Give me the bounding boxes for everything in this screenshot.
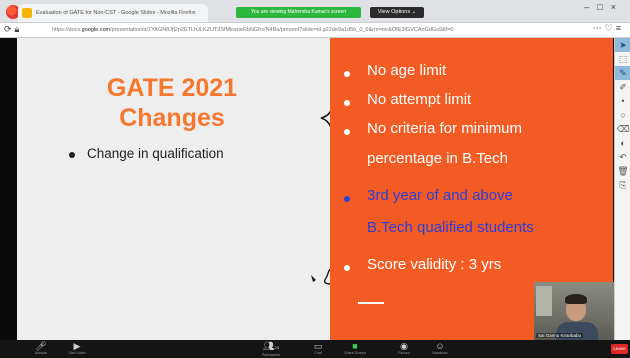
unmute-label: Unmute xyxy=(34,351,48,355)
url-domain: google.com xyxy=(81,27,111,33)
share-screen-button[interactable]: ■ Share Screen xyxy=(340,341,370,356)
highlighter-tool-icon[interactable]: ✐ xyxy=(615,80,630,94)
bullet-dot xyxy=(344,129,350,135)
address-bar-row: ⟳🔒︎ https://docs.google.com/presentation… xyxy=(0,23,630,38)
participant-count: 23 xyxy=(274,345,279,350)
chat-icon: ▭ xyxy=(313,341,323,351)
slides-favicon-icon xyxy=(22,8,32,18)
webcam-background xyxy=(536,286,552,316)
share-screen-icon: ■ xyxy=(352,341,358,351)
select-tool-icon[interactable]: ⬚ xyxy=(615,52,630,66)
slide-title: GATE 2021 Changes xyxy=(77,73,267,133)
record-label: Record xyxy=(398,351,410,355)
laser-tool-icon[interactable]: • xyxy=(615,94,630,108)
eraser-tool-icon[interactable]: ⌫ xyxy=(615,122,630,136)
start-video-label: Start Video xyxy=(68,351,86,355)
record-button[interactable]: ◉ Record xyxy=(392,341,416,356)
bookmark-icon[interactable]: ♡ xyxy=(605,23,616,33)
more-icon[interactable]: ⋯ xyxy=(593,23,605,33)
leave-meeting-button[interactable]: Leave xyxy=(611,344,628,354)
right-item-attempt-limit: No attempt limit xyxy=(367,91,472,108)
start-video-button[interactable]: ▶ Start Video xyxy=(62,341,92,356)
zoom-meeting-toolbar: 🎤︎ Unmute ▶ Start Video 👥︎23 Participant… xyxy=(0,340,630,358)
reactions-button[interactable]: ☺ Reactions xyxy=(426,341,454,356)
right-item-score-validity: Score validity : 3 yrs xyxy=(367,256,502,273)
webcam-video-tile[interactable]: Sai Gannu Kiranbabu xyxy=(534,282,614,340)
view-options-button[interactable]: View Options ⌄ xyxy=(370,7,424,18)
slide-title-line2: Changes xyxy=(119,104,225,132)
screen-share-banner: You are viewing Mahendra Kumar's screen xyxy=(236,7,361,18)
bullet-dot-blue xyxy=(344,196,350,202)
pen-tool-icon[interactable]: ✎ xyxy=(615,66,630,80)
unmute-button[interactable]: 🎤︎ Unmute xyxy=(28,341,54,356)
participants-icon: 👥︎23 xyxy=(263,341,279,351)
webcam-participant-name: Sai Gannu Kiranbabu xyxy=(536,333,584,338)
slide-title-line1: GATE 2021 xyxy=(106,74,238,102)
chat-button[interactable]: ▭ Chat xyxy=(308,341,328,356)
bullet-dot xyxy=(344,265,350,271)
participants-button[interactable]: 👥︎23 Participants xyxy=(256,341,286,358)
reactions-icon: ☺ xyxy=(435,341,445,351)
left-bullet-item: Change in qualification xyxy=(69,146,224,161)
bullet-dot xyxy=(344,100,350,106)
window-controls[interactable]: –□× xyxy=(584,2,624,12)
clear-tool-icon[interactable]: 🗑︎ xyxy=(615,164,630,178)
reactions-label: Reactions xyxy=(432,351,448,355)
nav-buttons[interactable]: ⟳🔒︎ xyxy=(4,24,22,35)
chat-label: Chat xyxy=(314,351,322,355)
browser-tab[interactable]: Evaluation of GATE for Non-CST - Google … xyxy=(18,4,208,22)
color-tool-icon[interactable]: ◐ xyxy=(615,136,630,150)
record-icon: ◉ xyxy=(400,341,408,351)
share-screen-label: Share Screen xyxy=(344,351,366,355)
tab-title: Evaluation of GATE for Non-CST - Google … xyxy=(36,10,196,16)
bullet-dot xyxy=(344,71,350,77)
reload-icon[interactable]: ⟳ xyxy=(4,24,15,34)
right-item-btech-qualified: B.Tech qualified students xyxy=(367,219,534,236)
video-icon: ▶ xyxy=(73,341,81,351)
slide-left-panel: GATE 2021 Changes Change in qualificatio… xyxy=(17,38,346,340)
browser-tab-bar: Evaluation of GATE for Non-CST - Google … xyxy=(0,0,630,23)
url-bar-actions[interactable]: ⋯♡≡ xyxy=(593,23,624,34)
right-item-percentage: percentage in B.Tech xyxy=(367,150,508,167)
undo-tool-icon[interactable]: ↶ xyxy=(615,150,630,164)
url-path: /presentation/d/1YAGN8Jfj2p2ETLhJLKZUT3S… xyxy=(110,27,454,33)
webcam-person-hair xyxy=(565,294,587,304)
right-item-criteria: No criteria for minimum xyxy=(367,120,523,137)
microphone-icon: 🎤︎ xyxy=(35,341,47,351)
lock-icon: 🔒︎ xyxy=(14,24,23,34)
url-field[interactable]: https://docs.google.com/presentation/d/1… xyxy=(52,24,597,36)
right-item-age-limit: No age limit xyxy=(367,62,447,79)
right-item-third-year: 3rd year of and above xyxy=(367,187,513,204)
pointer-tool-icon[interactable]: ➤ xyxy=(615,38,630,52)
shape-tool-icon[interactable]: ○ xyxy=(615,108,630,122)
save-tool-icon[interactable]: ⎘ xyxy=(615,178,630,192)
menu-icon[interactable]: ≡ xyxy=(616,23,624,33)
annotation-toolbar: ➤ ⬚ ✎ ✐ • ○ ⌫ ◐ ↶ 🗑︎ ⎘ xyxy=(614,38,630,340)
participants-label: Participants xyxy=(261,353,281,357)
url-prefix: https://docs. xyxy=(52,27,82,33)
slide-dash-line xyxy=(358,302,384,304)
